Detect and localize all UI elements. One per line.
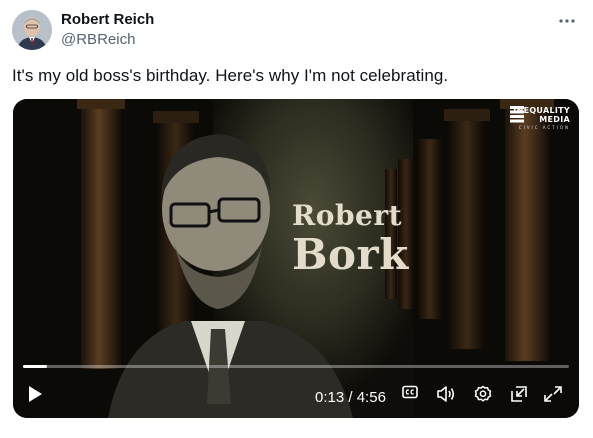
settings-button[interactable]	[474, 385, 492, 408]
logo-subline: CIVIC ACTION	[518, 125, 570, 130]
fullscreen-button[interactable]	[543, 385, 563, 408]
pip-button[interactable]	[510, 385, 528, 408]
fullscreen-icon	[543, 385, 563, 408]
author-handle[interactable]: @RBReich	[61, 31, 135, 48]
video-progress-bar[interactable]	[23, 365, 569, 368]
volume-button[interactable]	[436, 385, 456, 408]
pip-icon	[510, 385, 528, 408]
video-title-last-name: Bork	[292, 230, 409, 279]
duration: 4:56	[356, 389, 386, 406]
more-icon	[559, 10, 575, 28]
tweet-text: It's my old boss's birthday. Here's why …	[12, 66, 449, 85]
play-button[interactable]	[27, 385, 43, 408]
video-controls: 0:13 / 4:56	[13, 374, 579, 418]
video-progress-fill	[23, 365, 48, 368]
time-separator: /	[344, 389, 357, 406]
video-time: 0:13 / 4:56	[315, 389, 386, 406]
author-name[interactable]: Robert Reich	[61, 11, 154, 28]
captions-button[interactable]	[402, 385, 418, 404]
video-player[interactable]: Robert Bork INEQUALITY MEDIA CIVIC ACTIO…	[13, 99, 579, 418]
play-icon	[27, 385, 43, 408]
settings-icon	[474, 385, 492, 408]
inequality-media-logo: INEQUALITY MEDIA CIVIC ACTION	[510, 105, 570, 131]
avatar[interactable]	[12, 10, 52, 50]
video-title-first-name: Robert	[292, 199, 403, 232]
volume-icon	[436, 385, 456, 408]
logo-text-line2: MEDIA	[539, 115, 570, 124]
logo-text-line1: INEQUALITY	[513, 106, 570, 115]
captions-icon	[402, 385, 418, 404]
more-button[interactable]	[557, 10, 577, 28]
current-time: 0:13	[315, 389, 345, 406]
